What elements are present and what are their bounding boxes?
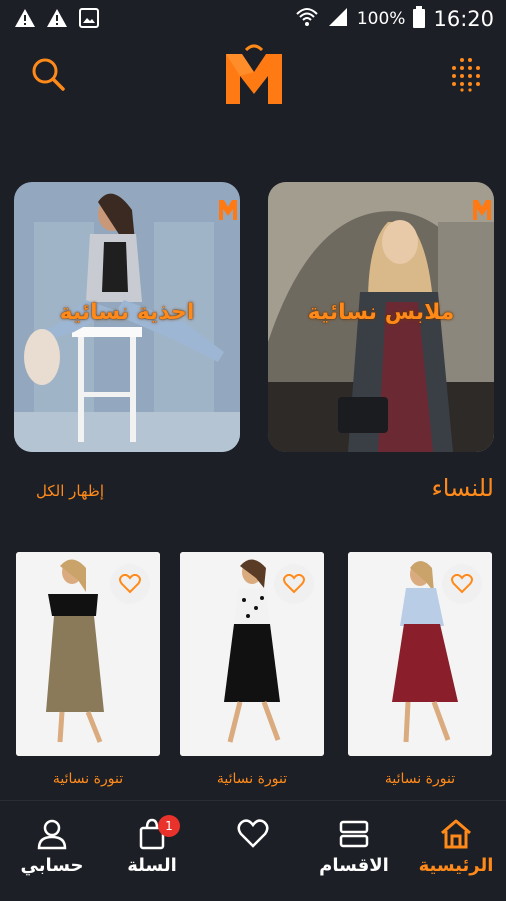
banner-label: ملابس نسائية xyxy=(307,300,455,325)
battery-icon xyxy=(413,6,426,32)
brand-mark-icon xyxy=(218,198,238,220)
brand-mark-icon xyxy=(472,198,492,220)
top-bar xyxy=(0,36,506,116)
nav-item-categories[interactable]: الاقسام xyxy=(304,817,404,876)
nav-label: السلة xyxy=(127,855,177,876)
cart-badge: 1 xyxy=(158,815,180,837)
status-bar: 100% 16:20 xyxy=(0,0,506,36)
heart-icon xyxy=(283,574,305,594)
heart-icon xyxy=(451,574,473,594)
search-icon xyxy=(32,58,65,91)
nav-item-home[interactable]: الرئيسية xyxy=(406,817,506,876)
nav-item-account[interactable]: حسابي xyxy=(2,817,102,876)
heart-icon xyxy=(237,819,269,848)
nav-item-cart[interactable]: 1 السلة xyxy=(102,815,202,876)
product-caption: تنورة نسائية xyxy=(384,771,456,787)
user-icon xyxy=(37,819,67,850)
product-card[interactable] xyxy=(348,552,492,756)
dots-grid-icon xyxy=(452,58,480,92)
wifi-icon xyxy=(295,6,319,32)
app-logo[interactable] xyxy=(222,42,286,106)
banner-womens-shoes[interactable]: احذية نسائية xyxy=(14,182,240,452)
banner-womens-clothing[interactable]: ملابس نسائية xyxy=(268,182,494,452)
home-icon xyxy=(441,819,471,849)
product-caption: تنورة نسائية xyxy=(52,771,124,787)
warning-icon xyxy=(14,7,36,29)
nav-label: الرئيسية xyxy=(418,855,494,876)
nav-label: حسابي xyxy=(20,855,84,876)
favorite-button[interactable] xyxy=(274,564,314,604)
signal-icon xyxy=(327,7,349,31)
categories-icon xyxy=(339,820,369,848)
banner-label: احذية نسائية xyxy=(59,300,195,325)
bottom-nav: الرئيسية الاقسام 1 السلة حسابي xyxy=(0,800,506,901)
nav-item-favorites[interactable] xyxy=(203,817,303,851)
warning-icon xyxy=(46,7,68,29)
nav-label: الاقسام xyxy=(319,855,389,876)
menu-grid-button[interactable] xyxy=(448,56,484,92)
clock: 16:20 xyxy=(433,7,494,31)
favorite-button[interactable] xyxy=(442,564,482,604)
image-icon xyxy=(78,7,100,29)
product-caption: تنورة نسائية xyxy=(216,771,288,787)
favorite-button[interactable] xyxy=(110,564,150,604)
section-title: للنساء xyxy=(431,474,494,502)
heart-icon xyxy=(119,574,141,594)
product-card[interactable] xyxy=(180,552,324,756)
battery-percent: 100% xyxy=(356,9,406,29)
show-all-link[interactable]: إظهار الكل xyxy=(36,482,104,500)
product-card[interactable] xyxy=(16,552,160,756)
search-button[interactable] xyxy=(28,54,68,94)
